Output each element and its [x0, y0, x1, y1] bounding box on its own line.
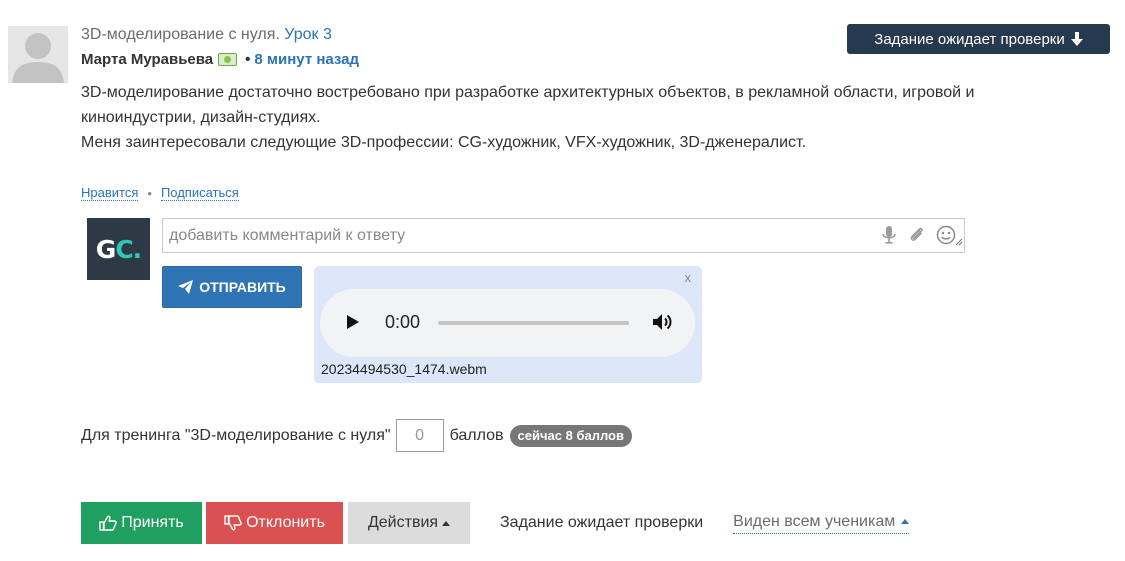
volume-icon[interactable] — [652, 312, 674, 332]
answer-text: 3D-моделирование достаточно востребовано… — [81, 80, 1071, 155]
thumbs-up-icon — [99, 515, 117, 531]
commenter-avatar: G C. — [87, 218, 150, 280]
answer-paragraph: 3D-моделирование достаточно востребовано… — [81, 84, 975, 126]
status-pill-label: Задание ожидает проверки — [874, 30, 1065, 48]
visibility-dropdown[interactable]: Виден всем ученикам — [733, 512, 910, 534]
course-lesson-title: 3D-моделирование с нуля. Урок 3 — [81, 26, 332, 44]
accept-label: Принять — [121, 514, 184, 531]
score-row: Для тренинга "3D-моделирование с нуля" б… — [81, 419, 632, 452]
actions-dropdown-button[interactable]: Действия — [348, 502, 470, 544]
audio-time: 0:00 — [385, 312, 421, 332]
money-icon — [218, 53, 238, 66]
comment-box — [162, 218, 965, 253]
review-toolbar: Принять Отклонить Действия Задание ожида… — [81, 502, 910, 544]
thumbs-down-icon — [224, 515, 242, 531]
resize-handle-icon[interactable] — [955, 233, 963, 251]
review-status-text: Задание ожидает проверки — [500, 514, 704, 531]
paper-plane-icon — [178, 280, 194, 294]
actions-label: Действия — [367, 514, 439, 531]
like-link[interactable]: Нравится — [81, 185, 139, 201]
separator-dot: • — [147, 185, 152, 201]
author-name[interactable]: Марта Муравьева — [81, 51, 213, 68]
paperclip-icon[interactable] — [907, 225, 927, 245]
score-label: Для тренинга "3D-моделирование с нуля" — [81, 426, 391, 444]
microphone-icon[interactable] — [879, 225, 899, 245]
close-icon[interactable]: x — [685, 270, 692, 285]
score-input[interactable] — [395, 419, 444, 452]
send-comment-button[interactable]: ОТПРАВИТЬ — [162, 266, 302, 308]
caret-up-icon — [442, 520, 451, 526]
audio-attachment: x 0:00 20234494530_1474.webm — [314, 266, 702, 383]
reject-button[interactable]: Отклонить — [206, 502, 343, 544]
lesson-link[interactable]: Урок 3 — [284, 26, 332, 43]
course-title: 3D-моделирование с нуля. — [81, 26, 280, 43]
gc-logo-accent: C. — [115, 234, 142, 264]
audio-filename: 20234494530_1474.webm — [321, 361, 487, 377]
accept-button[interactable]: Принять — [81, 502, 202, 544]
audio-player: 0:00 — [320, 289, 695, 357]
visibility-label: Виден всем ученикам — [733, 512, 896, 530]
caret-up-icon — [901, 519, 910, 524]
separator-dot: • — [245, 51, 251, 68]
current-score-badge: сейчас 8 баллов — [509, 424, 632, 447]
status-pill-button[interactable]: Задание ожидает проверки — [847, 24, 1110, 54]
reject-label: Отклонить — [246, 514, 325, 531]
answer-actions: Нравится • Подписаться — [81, 185, 239, 201]
send-label: ОТПРАВИТЬ — [199, 279, 286, 295]
user-avatar[interactable] — [8, 26, 68, 83]
subscribe-link[interactable]: Подписаться — [160, 185, 239, 201]
gc-logo-text: G — [95, 234, 117, 264]
author-line: Марта Муравьева • 8 минут назад — [81, 51, 359, 68]
audio-progress-bar[interactable] — [438, 321, 629, 325]
time-ago-link[interactable]: 8 минут назад — [254, 51, 359, 68]
emoji-icon[interactable] — [936, 225, 956, 245]
comment-input[interactable] — [163, 219, 863, 252]
answer-paragraph: Меня заинтересовали следующие 3D-професс… — [81, 134, 807, 151]
play-icon[interactable] — [346, 314, 360, 330]
arrow-down-icon — [1070, 32, 1083, 46]
score-unit: баллов — [449, 426, 504, 444]
person-silhouette-icon — [12, 33, 64, 83]
